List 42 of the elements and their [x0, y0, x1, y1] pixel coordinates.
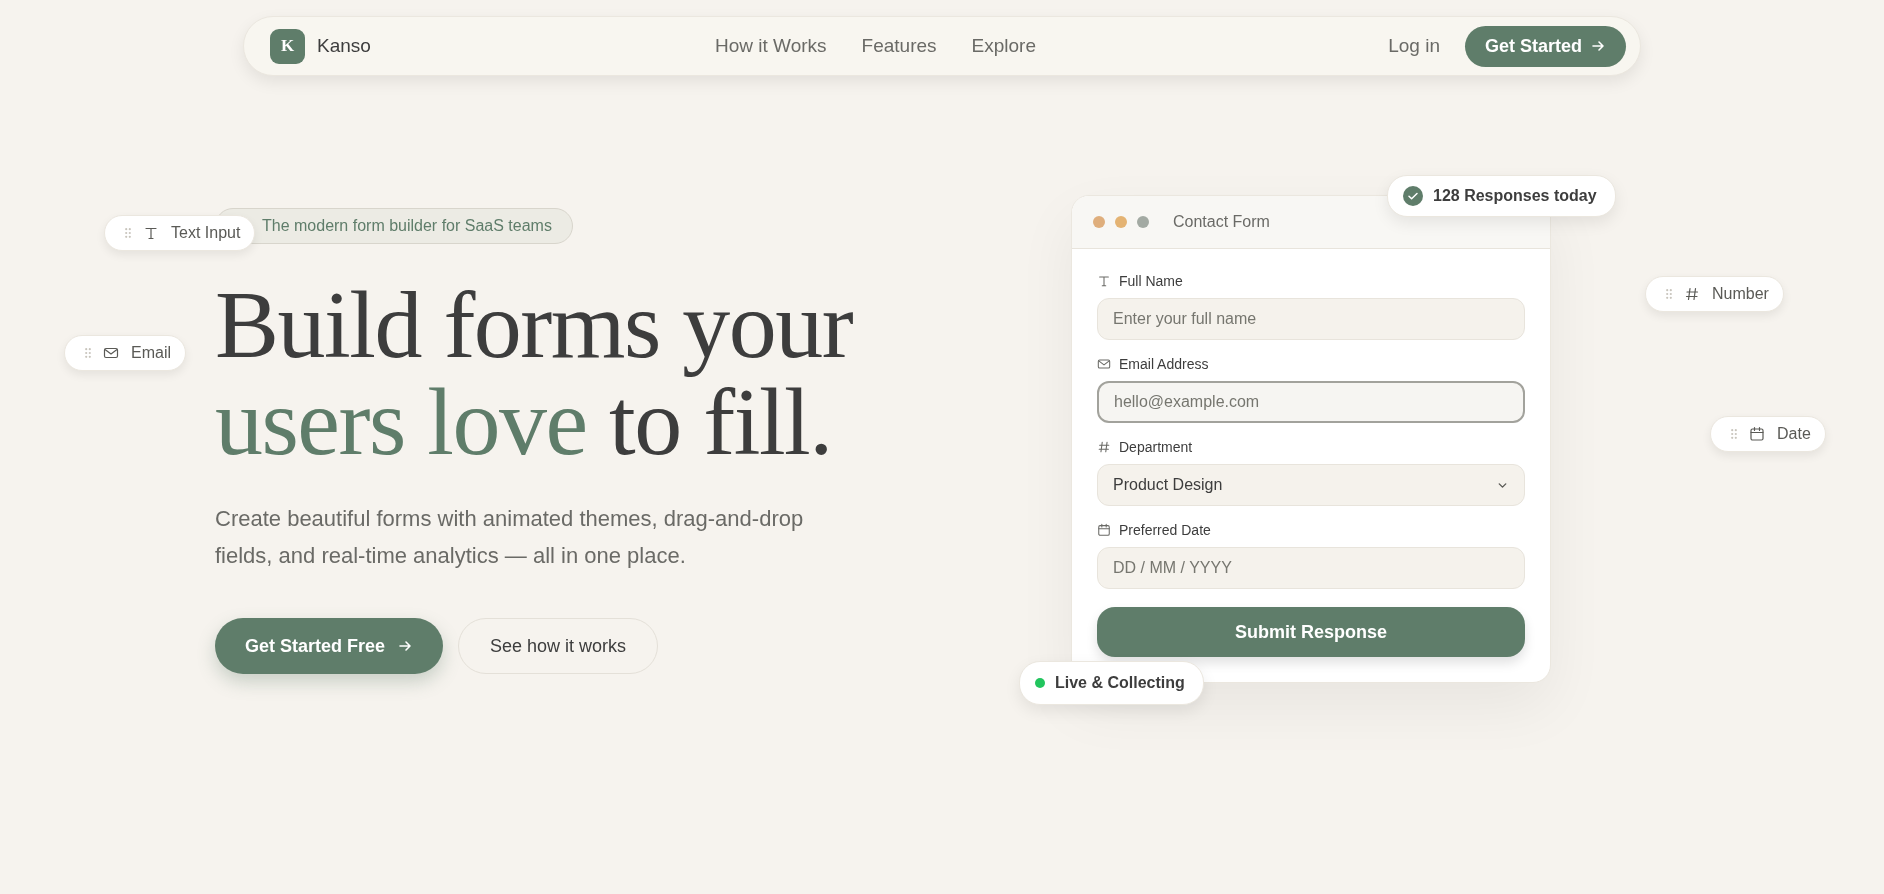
field-label: Preferred Date	[1119, 522, 1211, 538]
department-dropdown[interactable]: Product Design	[1097, 464, 1525, 506]
logo-icon[interactable]: K	[270, 28, 305, 64]
form-title: Contact Form	[1173, 213, 1270, 231]
drag-handle-icon[interactable]	[85, 348, 91, 358]
check-icon	[1403, 186, 1423, 206]
window-dots-icon	[1092, 215, 1150, 229]
drag-handle-icon[interactable]	[1731, 429, 1737, 439]
arrow-right-icon	[1590, 38, 1606, 54]
envelope-icon	[1097, 357, 1111, 371]
status-badge: Live & Collecting	[1019, 661, 1204, 705]
responses-badge: 128 Responses today	[1387, 175, 1616, 217]
text-icon	[143, 225, 159, 241]
field-label: Full Name	[1119, 273, 1183, 289]
field-chip[interactable]: Email	[64, 335, 186, 371]
login-link[interactable]: Log in	[1388, 35, 1440, 57]
calendar-icon	[1097, 523, 1111, 537]
hero-description: Create beautiful forms with animated themes, drag-and-drop fields, and real-time analytics — all in one place.	[215, 505, 805, 570]
nav-link[interactable]: Explore	[971, 35, 1036, 57]
brand-name[interactable]: Kanso	[317, 35, 371, 57]
get-started-button[interactable]: Get Started	[1464, 25, 1626, 67]
hash-icon	[1097, 440, 1111, 454]
input-field[interactable]: hello@example.com	[1097, 381, 1525, 423]
field-label: Email Address	[1119, 356, 1209, 372]
calendar-icon	[1749, 426, 1765, 442]
arrow-right-icon	[397, 638, 414, 654]
see-how-it-works-button[interactable]: See how it works	[458, 618, 659, 674]
field-chip[interactable]: Text Input	[104, 215, 256, 251]
envelope-icon	[103, 345, 119, 361]
field-chip[interactable]: Number	[1645, 276, 1784, 312]
hero-heading: Build forms your users love to fill.	[215, 276, 854, 470]
nav-link[interactable]: How it Works	[715, 35, 827, 57]
get-started-free-button[interactable]: Get Started Free	[215, 618, 444, 674]
nav-link[interactable]: Features	[861, 35, 937, 57]
drag-handle-icon[interactable]	[1666, 289, 1672, 299]
hash-icon	[1684, 286, 1700, 302]
text-icon	[1097, 274, 1111, 288]
submit-button[interactable]: Submit Response	[1097, 607, 1525, 657]
field-label: Department	[1119, 439, 1193, 455]
field-chip[interactable]: Date	[1710, 416, 1826, 452]
status-dot-icon	[1035, 678, 1045, 688]
drag-handle-icon[interactable]	[125, 228, 131, 238]
